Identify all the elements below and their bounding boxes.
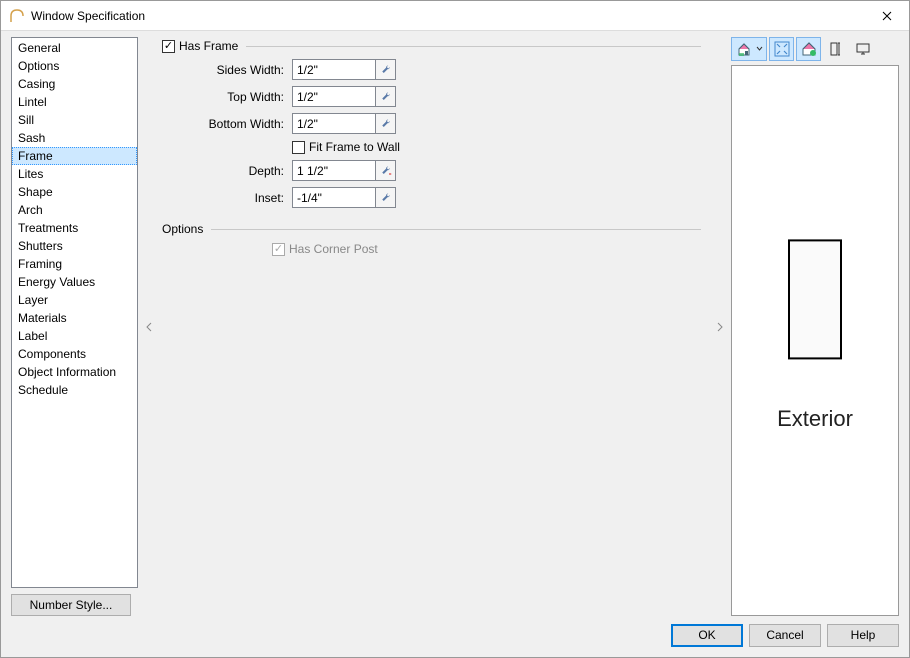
nav-item-framing[interactable]: Framing	[12, 255, 137, 273]
fit-extents-button[interactable]	[769, 37, 794, 61]
nav-item-sill[interactable]: Sill	[12, 111, 137, 129]
close-icon	[882, 11, 892, 21]
content-row: GeneralOptionsCasingLintelSillSashFrameL…	[11, 37, 899, 616]
door-dimension-icon	[828, 41, 844, 57]
bottom-width-label: Bottom Width:	[186, 117, 288, 131]
checkbox-icon	[272, 243, 285, 256]
house-color-icon	[801, 41, 817, 57]
monitor-icon	[855, 41, 871, 57]
dialog-buttons: OK Cancel Help	[11, 616, 899, 647]
splitter-right[interactable]	[717, 37, 723, 616]
top-width-label: Top Width:	[186, 90, 288, 104]
divider	[211, 229, 701, 230]
divider	[246, 46, 701, 47]
nav-item-object-information[interactable]: Object Information	[12, 363, 137, 381]
nav-item-lites[interactable]: Lites	[12, 165, 137, 183]
nav-item-components[interactable]: Components	[12, 345, 137, 363]
sides-width-input[interactable]	[292, 59, 376, 80]
depth-label: Depth:	[186, 164, 288, 178]
has-frame-label: Has Frame	[179, 39, 238, 53]
number-style-button[interactable]: Number Style...	[11, 594, 131, 616]
checkbox-icon	[162, 40, 175, 53]
help-button[interactable]: Help	[827, 624, 899, 647]
ok-button[interactable]: OK	[671, 624, 743, 647]
splitter-left[interactable]	[146, 37, 152, 616]
checkbox-icon	[292, 141, 305, 154]
nav-item-shutters[interactable]: Shutters	[12, 237, 137, 255]
depth-wrench-button[interactable]	[376, 160, 396, 181]
close-button[interactable]	[865, 1, 909, 31]
nav-item-lintel[interactable]: Lintel	[12, 93, 137, 111]
nav-item-arch[interactable]: Arch	[12, 201, 137, 219]
preview-column: Exterior	[731, 37, 899, 616]
window-title: Window Specification	[31, 9, 865, 23]
chevron-down-icon	[756, 41, 763, 57]
inset-input[interactable]	[292, 187, 376, 208]
bottom-width-wrench-button[interactable]	[376, 113, 396, 134]
category-list[interactable]: GeneralOptionsCasingLintelSillSashFrameL…	[11, 37, 138, 588]
bottom-width-input[interactable]	[292, 113, 376, 134]
nav-item-casing[interactable]: Casing	[12, 75, 137, 93]
view-mode-button[interactable]	[731, 37, 767, 61]
dimensions-toggle-button[interactable]	[823, 37, 848, 61]
sides-width-wrench-button[interactable]	[376, 59, 396, 80]
options-label: Options	[162, 222, 203, 236]
wrench-icon	[380, 91, 392, 103]
app-icon	[9, 8, 25, 24]
form-panel: Has Frame Sides Width: Top Width:	[160, 37, 709, 616]
nav-item-schedule[interactable]: Schedule	[12, 381, 137, 399]
expand-icon	[774, 41, 790, 57]
has-frame-checkbox[interactable]: Has Frame	[162, 39, 238, 53]
open-view-button[interactable]	[850, 37, 875, 61]
wrench-icon	[380, 118, 392, 130]
has-corner-post-checkbox: Has Corner Post	[272, 242, 701, 256]
inset-wrench-button[interactable]	[376, 187, 396, 208]
house-icon	[736, 41, 756, 57]
preview-toolbar	[731, 37, 899, 61]
nav-item-treatments[interactable]: Treatments	[12, 219, 137, 237]
nav-item-shape[interactable]: Shape	[12, 183, 137, 201]
frame-fields: Sides Width: Top Width: Bottom Width:	[186, 59, 701, 208]
fit-frame-row: Fit Frame to Wall	[292, 140, 400, 154]
nav-item-energy-values[interactable]: Energy Values	[12, 273, 137, 291]
wrench-icon	[380, 64, 392, 76]
nav-item-options[interactable]: Options	[12, 57, 137, 75]
color-toggle-button[interactable]	[796, 37, 821, 61]
top-width-wrench-button[interactable]	[376, 86, 396, 107]
inset-label: Inset:	[186, 191, 288, 205]
top-width-input[interactable]	[292, 86, 376, 107]
cancel-button[interactable]: Cancel	[749, 624, 821, 647]
sides-width-label: Sides Width:	[186, 63, 288, 77]
nav-item-layer[interactable]: Layer	[12, 291, 137, 309]
has-frame-header: Has Frame	[162, 39, 701, 53]
options-fields: Has Corner Post	[272, 242, 701, 256]
preview-window-shape	[788, 239, 842, 359]
nav-column: GeneralOptionsCasingLintelSillSashFrameL…	[11, 37, 138, 616]
nav-item-frame[interactable]: Frame	[12, 147, 137, 165]
nav-item-general[interactable]: General	[12, 39, 137, 57]
depth-input[interactable]	[292, 160, 376, 181]
wrench-icon	[380, 192, 392, 204]
has-corner-post-label: Has Corner Post	[289, 242, 378, 256]
preview-label: Exterior	[732, 406, 898, 432]
nav-item-sash[interactable]: Sash	[12, 129, 137, 147]
fit-frame-label: Fit Frame to Wall	[309, 140, 400, 154]
dialog-body: GeneralOptionsCasingLintelSillSashFrameL…	[1, 31, 909, 657]
nav-item-label[interactable]: Label	[12, 327, 137, 345]
options-header: Options	[162, 222, 701, 236]
nav-item-materials[interactable]: Materials	[12, 309, 137, 327]
wrench-icon	[380, 165, 392, 177]
preview-pane[interactable]: Exterior	[731, 65, 899, 616]
titlebar: Window Specification	[1, 1, 909, 31]
fit-frame-checkbox[interactable]: Fit Frame to Wall	[292, 140, 400, 154]
dialog-window: Window Specification GeneralOptionsCasin…	[0, 0, 910, 658]
